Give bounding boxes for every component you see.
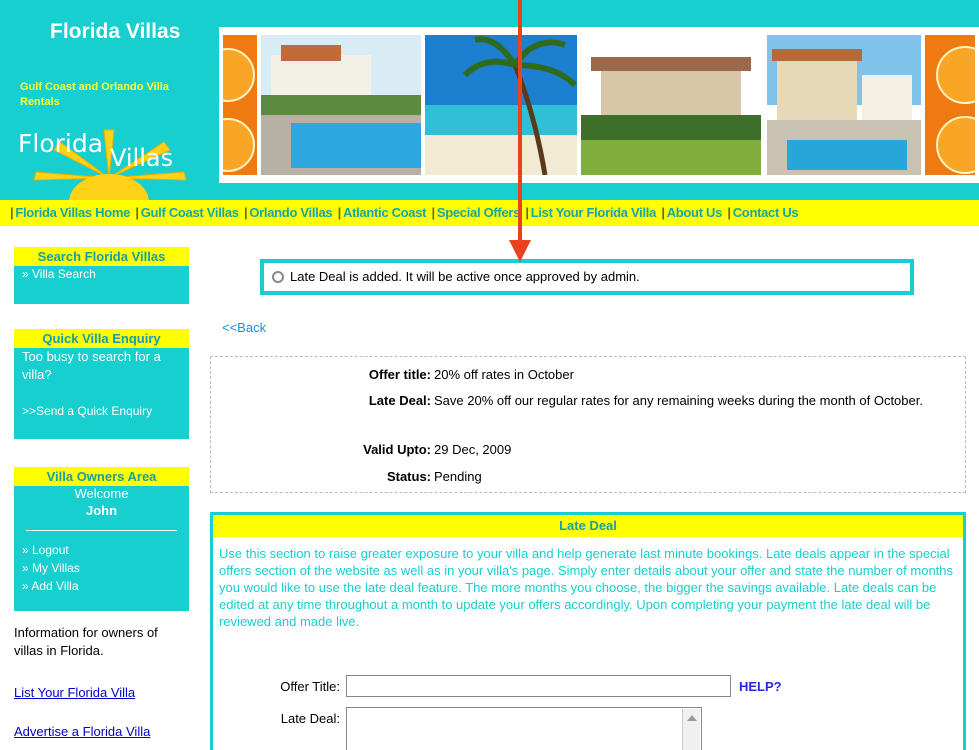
user-name: John bbox=[85, 503, 118, 518]
nav-contact-us[interactable]: Contact Us bbox=[733, 205, 799, 220]
nav-home[interactable]: Florida Villas Home bbox=[15, 205, 130, 220]
main-navigation: | Florida Villas Home | Gulf Coast Villas … bbox=[0, 200, 979, 226]
offer-title-label: Offer title: bbox=[368, 367, 431, 382]
site-header: Florida Villas Gulf Coast and Orlando Vi… bbox=[0, 0, 979, 202]
offer-title-input[interactable] bbox=[346, 675, 731, 697]
owners-info-text: Information for owners of villas in Flor… bbox=[14, 625, 158, 658]
send-enquiry-link[interactable]: >>Send a Quick Enquiry bbox=[14, 404, 189, 418]
list-your-villa-link[interactable]: List Your Florida Villa bbox=[14, 685, 135, 700]
nav-orlando[interactable]: Orlando Villas bbox=[249, 205, 332, 220]
owners-area-box: Villa Owners Area Welcome John » Logout … bbox=[14, 467, 189, 611]
welcome-text: Welcome bbox=[74, 486, 129, 501]
late-deal-description: Use this section to raise greater exposu… bbox=[219, 546, 954, 629]
nav-separator: | bbox=[661, 205, 665, 220]
logo-word-villas: Villas bbox=[110, 144, 173, 172]
owners-area-heading: Villa Owners Area bbox=[14, 467, 189, 486]
nav-special-offers[interactable]: Special Offers bbox=[437, 205, 521, 220]
nav-separator: | bbox=[244, 205, 248, 220]
logo-word-florida: Florida bbox=[18, 129, 103, 158]
nav-atlantic-coast[interactable]: Atlantic Coast bbox=[343, 205, 427, 220]
nav-separator: | bbox=[337, 205, 342, 220]
search-villas-box: Search Florida Villas » Villa Search bbox=[14, 247, 189, 304]
quick-enquiry-heading: Quick Villa Enquiry bbox=[14, 329, 189, 348]
offer-title-value: 20% off rates in October bbox=[434, 367, 574, 382]
villa-garden-image bbox=[581, 35, 761, 175]
header-photo-strip bbox=[219, 27, 979, 183]
add-villa-link[interactable]: » Add Villa bbox=[14, 577, 189, 595]
florida-villas-sun-logo[interactable]: Florida Villas bbox=[14, 120, 204, 202]
nav-separator: | bbox=[431, 205, 436, 220]
advertise-villa-link[interactable]: Advertise a Florida Villa bbox=[14, 724, 150, 739]
annotation-arrow-shaft bbox=[518, 0, 522, 240]
info-magnifier-icon bbox=[272, 271, 284, 283]
search-villas-heading: Search Florida Villas bbox=[14, 247, 189, 266]
help-link[interactable]: HELP? bbox=[739, 679, 782, 694]
late-deal-value: Save 20% off our regular rates for any r… bbox=[434, 393, 923, 408]
status-value: Pending bbox=[434, 469, 482, 484]
late-deal-heading: Late Deal bbox=[213, 515, 963, 537]
nav-separator: | bbox=[525, 205, 529, 220]
villa-search-link[interactable]: » Villa Search bbox=[14, 267, 189, 281]
quick-enquiry-text: Too busy to search for a villa? bbox=[22, 349, 161, 382]
villa-patio-pool-image bbox=[767, 35, 921, 175]
nav-separator: | bbox=[135, 205, 139, 220]
annotation-arrow-head-icon bbox=[509, 240, 531, 262]
late-deal-label: Late Deal: bbox=[368, 393, 431, 408]
sidebar-divider bbox=[26, 530, 177, 531]
textarea-scrollbar[interactable] bbox=[682, 709, 700, 750]
villa-pool-image bbox=[261, 35, 421, 175]
site-title[interactable]: Florida Villas bbox=[50, 20, 180, 44]
logout-link[interactable]: » Logout bbox=[14, 541, 189, 559]
valid-upto-value: 29 Dec, 2009 bbox=[434, 442, 512, 457]
late-deal-field-label: Late Deal: bbox=[280, 711, 340, 726]
orange-slice-left-image bbox=[223, 35, 257, 175]
valid-upto-label: Valid Upto: bbox=[363, 442, 431, 457]
quick-enquiry-box: Quick Villa Enquiry Too busy to search f… bbox=[14, 329, 189, 439]
scroll-up-arrow-icon[interactable] bbox=[687, 715, 697, 721]
orange-slice-right-image bbox=[925, 35, 975, 175]
success-message-text: Late Deal is added. It will be active on… bbox=[290, 269, 640, 284]
nav-about-us[interactable]: About Us bbox=[667, 205, 723, 220]
nav-separator: | bbox=[10, 205, 14, 220]
offer-summary: Offer title: 20% off rates in October La… bbox=[210, 356, 966, 493]
status-label: Status: bbox=[386, 469, 431, 484]
nav-gulf-coast[interactable]: Gulf Coast Villas bbox=[141, 205, 239, 220]
offer-title-field-label: Offer Title: bbox=[280, 679, 340, 694]
beach-palm-image bbox=[425, 35, 577, 175]
late-deal-textarea[interactable] bbox=[346, 707, 702, 750]
nav-list-villa[interactable]: List Your Florida Villa bbox=[531, 205, 657, 220]
nav-separator: | bbox=[727, 205, 731, 220]
success-message: Late Deal is added. It will be active on… bbox=[260, 259, 914, 295]
site-tagline: Gulf Coast and Orlando Villa Rentals bbox=[20, 81, 169, 108]
my-villas-link[interactable]: » My Villas bbox=[14, 559, 189, 577]
back-link[interactable]: <<Back bbox=[222, 320, 266, 335]
